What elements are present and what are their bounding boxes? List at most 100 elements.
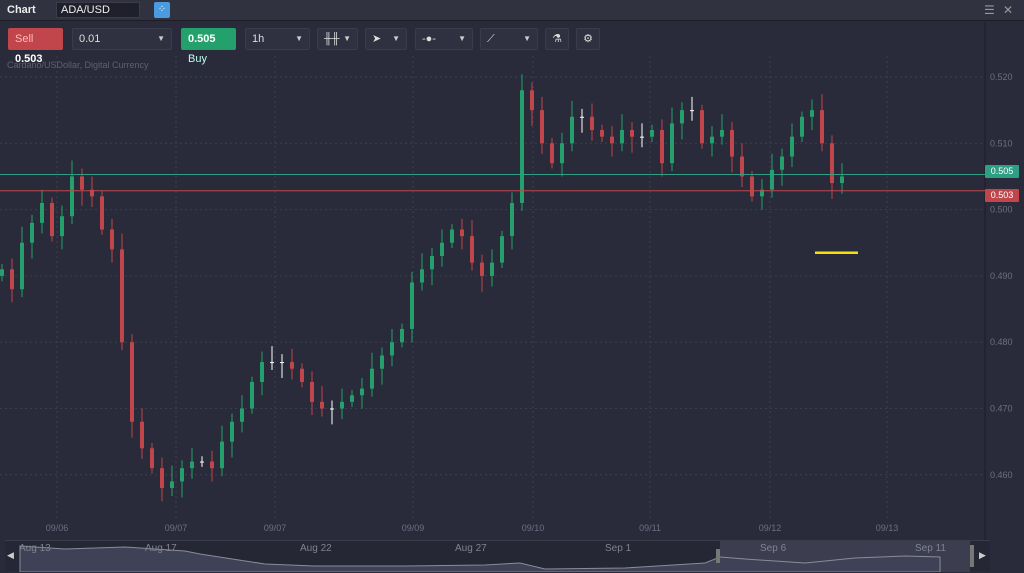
- candle: [380, 347, 384, 385]
- candle: [50, 197, 54, 242]
- candle: [530, 82, 534, 127]
- candle: [90, 176, 94, 207]
- candle: [500, 230, 504, 268]
- candle: [40, 189, 44, 234]
- candle: [70, 160, 74, 225]
- candle: [800, 111, 804, 142]
- candle: [460, 218, 464, 250]
- candle: [10, 258, 14, 303]
- candle: [30, 214, 34, 259]
- y-tick-label: 0.510: [990, 138, 1013, 148]
- navigator-label: Sep 6: [760, 543, 787, 554]
- y-tick-label: 0.500: [990, 205, 1013, 215]
- chart-subtitle: Cardano/USDollar, Digital Currency: [7, 60, 149, 70]
- candle: [690, 96, 694, 121]
- candle: [390, 328, 394, 367]
- price-lines: [0, 173, 985, 254]
- candle: [740, 143, 744, 188]
- navigator-label: Aug 22: [300, 543, 332, 554]
- candle: [20, 226, 24, 298]
- candle: [720, 114, 724, 145]
- x-tick-label: 09/13: [876, 523, 899, 533]
- candle: [580, 108, 584, 133]
- candle: [0, 263, 4, 282]
- candle: [450, 224, 454, 249]
- candle: [110, 218, 114, 263]
- candle: [240, 395, 244, 433]
- scroll-right-icon[interactable]: ▶: [979, 550, 986, 561]
- candle: [180, 460, 184, 498]
- candle: [700, 104, 704, 149]
- x-tick-label: 09/09: [402, 523, 425, 533]
- candle: [670, 107, 674, 172]
- candle: [340, 388, 344, 420]
- candle: [660, 119, 664, 177]
- price-chart[interactable]: 0.520 0.510 0.500 0.490 0.480 0.470 0.460 09/06…: [0, 0, 1024, 540]
- scroll-left-icon[interactable]: ◀: [7, 550, 14, 561]
- y-tick-label: 0.460: [990, 470, 1013, 480]
- candle: [730, 122, 734, 173]
- candle: [650, 124, 654, 142]
- x-tick-label: 09/07: [165, 523, 188, 533]
- candle: [420, 253, 424, 291]
- candle: [780, 148, 784, 186]
- navigator-label: Sep 1: [605, 543, 632, 554]
- y-tick-label: 0.520: [990, 72, 1013, 82]
- y-tick-label: 0.470: [990, 404, 1013, 414]
- navigator-right-handle[interactable]: [970, 545, 974, 567]
- candle: [810, 99, 814, 131]
- candle: [100, 191, 104, 235]
- candle: [630, 122, 634, 153]
- candle: [560, 132, 564, 177]
- candle: [200, 456, 204, 467]
- candle: [220, 425, 224, 477]
- navigator-label: Sep 11: [915, 543, 946, 554]
- candle: [480, 254, 484, 292]
- ask-price-badge: 0.505: [985, 165, 1019, 178]
- candle: [820, 94, 824, 152]
- candle: [290, 348, 294, 380]
- candle: [300, 363, 304, 388]
- candle: [490, 249, 494, 287]
- candle: [550, 137, 554, 169]
- candle: [330, 400, 334, 425]
- candle: [320, 385, 324, 417]
- candle: [60, 205, 64, 250]
- candle: [230, 413, 234, 458]
- navigator[interactable]: ◀ ▶ Aug 13 Aug 17 Aug 22 Aug 27 Sep 1 Sep 6 Se…: [5, 540, 990, 572]
- candle: [830, 135, 834, 199]
- candle: [510, 192, 514, 250]
- y-tick-label: 0.480: [990, 337, 1013, 347]
- candle: [250, 376, 254, 414]
- x-tick-label: 09/07: [264, 523, 287, 533]
- navigator-label: Aug 27: [455, 543, 487, 554]
- candle: [620, 114, 624, 152]
- candle: [170, 465, 174, 497]
- candle: [120, 233, 124, 351]
- candle: [590, 103, 594, 141]
- navigator-label: Aug 13: [19, 543, 51, 554]
- candle: [130, 334, 134, 438]
- candle: [760, 179, 764, 210]
- candle: [270, 346, 274, 371]
- candle: [790, 123, 794, 168]
- candle: [430, 248, 434, 286]
- candle: [610, 126, 614, 157]
- candle: [540, 96, 544, 154]
- candle: [260, 351, 264, 396]
- candle: [360, 378, 364, 409]
- candle: [600, 124, 604, 142]
- navigator-left-handle[interactable]: [716, 549, 720, 563]
- candle: [370, 352, 374, 397]
- candle: [210, 450, 214, 482]
- candle: [140, 408, 144, 459]
- candle: [400, 323, 404, 348]
- candle: [750, 171, 754, 202]
- x-tick-label: 09/06: [46, 523, 69, 533]
- y-tick-label: 0.490: [990, 271, 1013, 281]
- candle: [840, 163, 844, 194]
- candle: [680, 102, 684, 140]
- candle: [350, 389, 354, 408]
- candles: [0, 74, 844, 502]
- candle: [150, 442, 154, 474]
